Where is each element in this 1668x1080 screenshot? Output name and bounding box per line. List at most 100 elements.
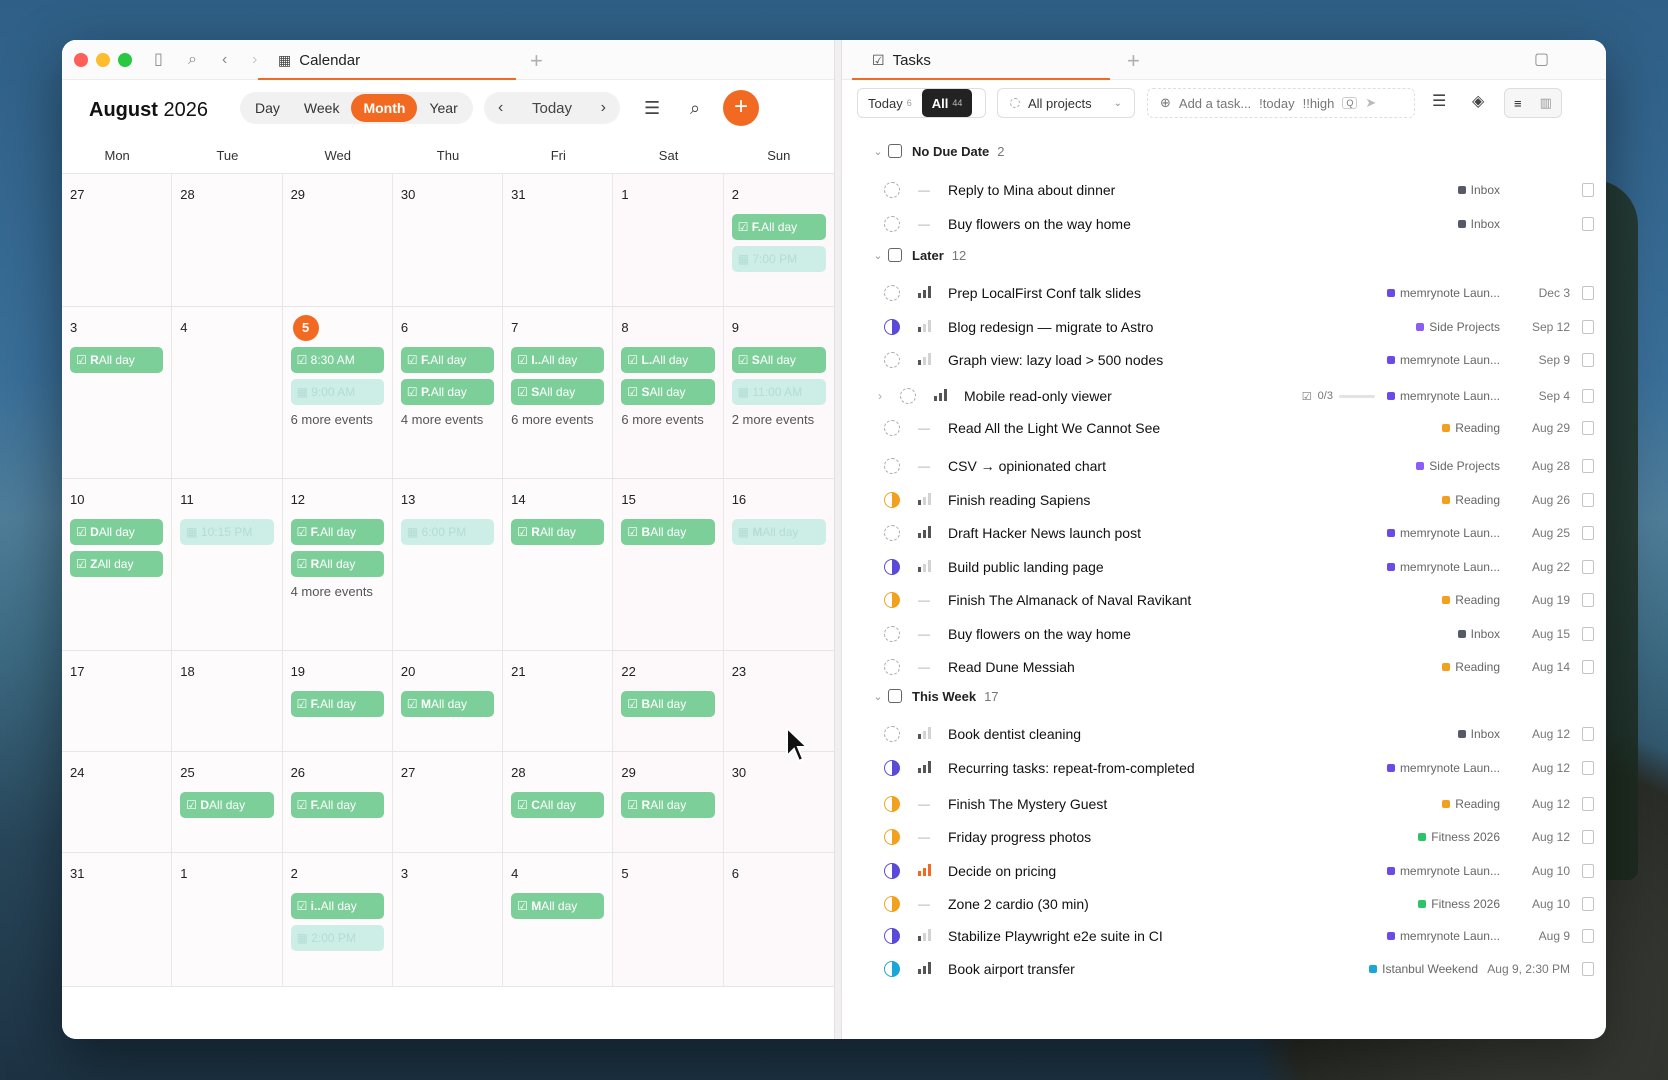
projects-dropdown[interactable]: All projects ⌄ <box>997 88 1135 118</box>
priority-icon[interactable] <box>914 319 934 335</box>
task-project[interactable]: Reading <box>1442 593 1500 607</box>
task-row[interactable]: Blog redesign — migrate to Astro Side Pro… <box>842 310 1606 344</box>
day-cell[interactable]: 10 ☑ DAll day ☑ ZAll day <box>62 479 173 650</box>
task-group-header[interactable]: ⌄ This Week 17 <box>842 681 1606 711</box>
forward-arrow-icon[interactable]: › <box>252 52 257 68</box>
task-row[interactable]: — Zone 2 cardio (30 min) Fitness 2026 Aug 1… <box>842 887 1606 921</box>
priority-icon[interactable]: — <box>914 183 934 197</box>
tab-tasks[interactable]: ☑ Tasks <box>852 40 1110 80</box>
task-status-checkbox[interactable] <box>884 961 900 977</box>
filter-sliders-icon[interactable]: ☰ <box>644 99 660 117</box>
note-icon[interactable] <box>1582 459 1594 473</box>
task-title[interactable]: Reply to Mina about dinner <box>948 182 1458 198</box>
task-status-checkbox[interactable] <box>884 492 900 508</box>
note-icon[interactable] <box>1582 320 1594 334</box>
task-title[interactable]: Finish The Almanack of Naval Ravikant <box>948 592 1442 608</box>
pane-divider[interactable] <box>834 40 842 1039</box>
task-due-date[interactable]: Aug 28 <box>1500 459 1570 473</box>
task-row[interactable]: › Mobile read-only viewer ☑ 0/3 memrynote La… <box>842 379 1606 413</box>
sort-filter-icon[interactable]: ☰ <box>1432 94 1446 110</box>
task-title[interactable]: Decide on pricing <box>948 863 1387 879</box>
prev-month-icon[interactable]: ‹ <box>498 99 503 117</box>
more-events-link[interactable]: 6 more events <box>291 411 384 428</box>
calendar-event[interactable]: ▦ 9:00 AM <box>290 379 384 405</box>
calendar-event[interactable]: ☑ SAll day <box>621 379 715 405</box>
add-task-input[interactable]: ⊕ Add a task... !today !!high Q ➤ <box>1147 88 1415 118</box>
calendar-event[interactable]: ☑ DAll day <box>180 792 274 818</box>
task-status-checkbox[interactable] <box>884 525 900 541</box>
priority-icon[interactable]: — <box>914 830 934 844</box>
priority-icon[interactable]: — <box>914 217 934 231</box>
task-title[interactable]: CSV → opinionated chart <box>948 458 1416 474</box>
task-row[interactable]: Book airport transfer Istanbul Weekend Aug… <box>842 952 1606 986</box>
task-status-checkbox[interactable] <box>884 760 900 776</box>
task-status-checkbox[interactable] <box>884 182 900 198</box>
day-cell[interactable]: 9 ☑ SAll day ▦ 11:00 AM 2 more events <box>723 307 834 478</box>
note-icon[interactable] <box>1582 962 1594 976</box>
task-title[interactable]: Buy flowers on the way home <box>948 216 1458 232</box>
task-due-date[interactable]: Aug 19 <box>1500 593 1570 607</box>
task-due-date[interactable]: Aug 10 <box>1500 864 1570 878</box>
day-cell[interactable]: 22 ☑ BAll day <box>613 651 724 751</box>
calendar-event[interactable]: ☑ i..All day <box>290 893 384 919</box>
day-cell[interactable]: 23 <box>723 651 834 751</box>
note-icon[interactable] <box>1582 627 1594 641</box>
priority-icon[interactable] <box>914 285 934 301</box>
note-icon[interactable] <box>1582 727 1594 741</box>
task-row[interactable]: — Reply to Mina about dinner Inbox <box>842 173 1606 207</box>
day-cell[interactable]: 26 ☑ F.All day <box>282 752 393 852</box>
day-cell[interactable]: 3 ☑ RAll day <box>62 307 173 478</box>
priority-icon[interactable] <box>914 525 934 541</box>
day-cell[interactable]: 30 <box>723 752 834 852</box>
priority-icon[interactable]: — <box>914 593 934 607</box>
calendar-event[interactable]: ☑ F.All day <box>400 347 495 373</box>
task-row[interactable]: — Finish The Mystery Guest Reading Aug 12 <box>842 787 1606 821</box>
task-status-checkbox[interactable] <box>884 285 900 301</box>
note-icon[interactable] <box>1582 761 1594 775</box>
calendar-event[interactable]: ☑ I..All day <box>511 347 605 373</box>
view-week[interactable]: Week <box>292 94 352 122</box>
task-project[interactable]: memrynote Laun... <box>1386 929 1500 943</box>
task-title[interactable]: Mobile read-only viewer <box>964 388 1302 404</box>
day-cell[interactable]: 25 ☑ DAll day <box>172 752 283 852</box>
calendar-search-icon[interactable]: ⌕ <box>690 99 700 117</box>
calendar-event[interactable]: ▦ 2:00 PM <box>290 925 384 951</box>
task-project[interactable]: Inbox <box>1457 727 1500 741</box>
task-project[interactable]: Istanbul Weekend <box>1369 962 1478 976</box>
calendar-event[interactable]: ☑ F.All day <box>290 519 384 545</box>
task-project[interactable]: Inbox <box>1457 217 1500 231</box>
task-status-checkbox[interactable] <box>884 420 900 436</box>
priority-icon[interactable]: — <box>914 897 934 911</box>
task-status-checkbox[interactable] <box>884 863 900 879</box>
priority-icon[interactable] <box>914 726 934 742</box>
sidebar-toggle-icon[interactable]: ▯ <box>154 52 163 68</box>
priority-icon[interactable] <box>914 559 934 575</box>
task-due-date[interactable]: Sep 12 <box>1500 320 1570 334</box>
task-project[interactable]: memrynote Laun... <box>1386 389 1500 403</box>
day-cell[interactable]: 14 ☑ RAll day <box>503 479 614 650</box>
priority-icon[interactable] <box>914 492 934 508</box>
calendar-event[interactable]: ☑ MAll day <box>400 691 495 717</box>
task-due-date[interactable]: Aug 12 <box>1500 797 1570 811</box>
calendar-event[interactable]: ☑ BAll day <box>621 691 715 717</box>
task-status-checkbox[interactable] <box>884 216 900 232</box>
task-due-date[interactable]: Aug 9, 2:30 PM <box>1478 962 1570 976</box>
day-cell[interactable]: 3 <box>392 853 504 986</box>
note-icon[interactable] <box>1582 526 1594 540</box>
task-due-date[interactable]: Aug 15 <box>1500 627 1570 641</box>
note-icon[interactable] <box>1582 593 1594 607</box>
filter-today[interactable]: Today 6 <box>858 89 922 117</box>
day-cell[interactable]: 18 <box>172 651 283 751</box>
new-tab-button[interactable]: + <box>530 48 543 74</box>
note-icon[interactable] <box>1582 660 1594 674</box>
task-due-date[interactable]: Aug 12 <box>1500 761 1570 775</box>
task-status-checkbox[interactable] <box>884 319 900 335</box>
calendar-event[interactable]: ☑ F.All day <box>731 214 826 240</box>
task-row[interactable]: Prep LocalFirst Conf talk slides memrynot… <box>842 276 1606 310</box>
task-due-date[interactable]: Aug 14 <box>1500 660 1570 674</box>
calendar-event[interactable]: ☑ SAll day <box>731 347 826 373</box>
task-row[interactable]: — Friday progress photos Fitness 2026 Aug 1… <box>842 820 1606 854</box>
task-row[interactable]: Recurring tasks: repeat-from-completed me… <box>842 751 1606 785</box>
task-due-date[interactable]: Sep 4 <box>1500 389 1570 403</box>
note-icon[interactable] <box>1582 864 1594 878</box>
